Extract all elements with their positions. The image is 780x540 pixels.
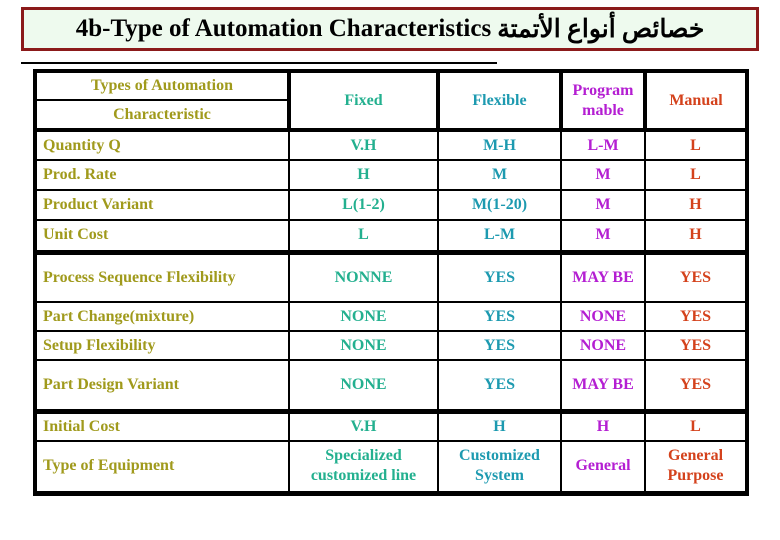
cell-flexible: YES	[437, 251, 562, 303]
cell-fixed: V.H	[288, 410, 439, 442]
automation-characteristics-table: Types of Automation Fixed Flexible Progr…	[33, 69, 749, 496]
column-header-flexible: Flexible	[436, 69, 563, 132]
cell-fixed: NONE	[288, 359, 439, 414]
table-row: Prod. Rate H M M L	[33, 159, 749, 191]
cell-fixed: NONE	[288, 330, 439, 361]
cell-flexible: M	[437, 159, 562, 191]
header-corner-top: Types of Automation	[33, 69, 291, 101]
cell-manual: H	[644, 189, 749, 221]
cell-programmable: MAY BE	[560, 251, 646, 303]
cell-programmable: L-M	[560, 129, 646, 161]
column-header-fixed: Fixed	[287, 69, 440, 132]
cell-programmable: NONE	[560, 301, 646, 332]
table-row: Part Change(mixture) NONE YES NONE YES	[33, 301, 749, 332]
table-row: Setup Flexibility NONE YES NONE YES	[33, 330, 749, 361]
cell-flexible: YES	[437, 301, 562, 332]
row-label: Setup Flexibility	[33, 330, 290, 361]
cell-programmable: M	[560, 219, 646, 255]
row-label: Quantity Q	[33, 129, 290, 161]
title-banner: 4b-Type of Automation Characteristics خص…	[21, 7, 759, 51]
cell-manual: L	[644, 410, 749, 442]
header-corner-bottom: Characteristic	[33, 99, 290, 132]
cell-manual: L	[644, 129, 749, 161]
title-divider	[21, 62, 497, 64]
cell-fixed: NONE	[288, 301, 439, 332]
cell-programmable: MAY BE	[560, 359, 646, 414]
row-label: Unit Cost	[33, 219, 290, 255]
table-row: Product Variant L(1-2) M(1-20) M H	[33, 189, 749, 221]
cell-fixed: L(1-2)	[288, 189, 439, 221]
column-header-programmable: Program mable	[559, 69, 647, 132]
cell-fixed: V.H	[288, 129, 439, 161]
table-row: Quantity Q V.H M-H L-M L	[33, 129, 749, 161]
title-english: 4b-Type of Automation Characteristics	[75, 15, 492, 42]
row-label: Part Change(mixture)	[33, 301, 290, 332]
row-label: Type of Equipment	[33, 440, 290, 496]
cell-manual: YES	[644, 330, 749, 361]
cell-manual: YES	[644, 359, 749, 414]
cell-flexible: YES	[437, 359, 562, 414]
cell-flexible: YES	[437, 330, 562, 361]
cell-flexible: H	[437, 410, 562, 442]
cell-programmable: M	[560, 159, 646, 191]
cell-flexible: L-M	[437, 219, 562, 255]
cell-manual: YES	[644, 251, 749, 303]
table-row: Unit Cost L L-M M H	[33, 219, 749, 255]
table-row: Part Design Variant NONE YES MAY BE YES	[33, 359, 749, 414]
cell-programmable: M	[560, 189, 646, 221]
row-label: Part Design Variant	[33, 359, 290, 414]
cell-flexible: M(1-20)	[437, 189, 562, 221]
table-row: Process Sequence Flexibility NONNE YES M…	[33, 251, 749, 303]
row-label: Prod. Rate	[33, 159, 290, 191]
header-row: Types of Automation Fixed Flexible Progr…	[33, 69, 749, 132]
cell-manual: L	[644, 159, 749, 191]
cell-programmable: NONE	[560, 330, 646, 361]
cell-flexible: Customized System	[437, 440, 562, 496]
cell-fixed: L	[288, 219, 439, 255]
cell-fixed: Specialized customized line	[288, 440, 439, 496]
cell-manual: YES	[644, 301, 749, 332]
row-label: Process Sequence Flexibility	[33, 251, 290, 303]
table-row: Type of Equipment Specialized customized…	[33, 440, 749, 496]
cell-manual: H	[644, 219, 749, 255]
cell-programmable: General	[560, 440, 646, 496]
cell-fixed: H	[288, 159, 439, 191]
cell-programmable: H	[560, 410, 646, 442]
table-row: Initial Cost V.H H H L	[33, 410, 749, 442]
cell-manual: General Purpose	[644, 440, 749, 496]
row-label: Product Variant	[33, 189, 290, 221]
column-header-manual: Manual	[643, 69, 749, 132]
cell-fixed: NONNE	[288, 251, 439, 303]
title-arabic: خصائص أنواع الأتمتة	[497, 16, 705, 43]
cell-flexible: M-H	[437, 129, 562, 161]
row-label: Initial Cost	[33, 410, 290, 442]
